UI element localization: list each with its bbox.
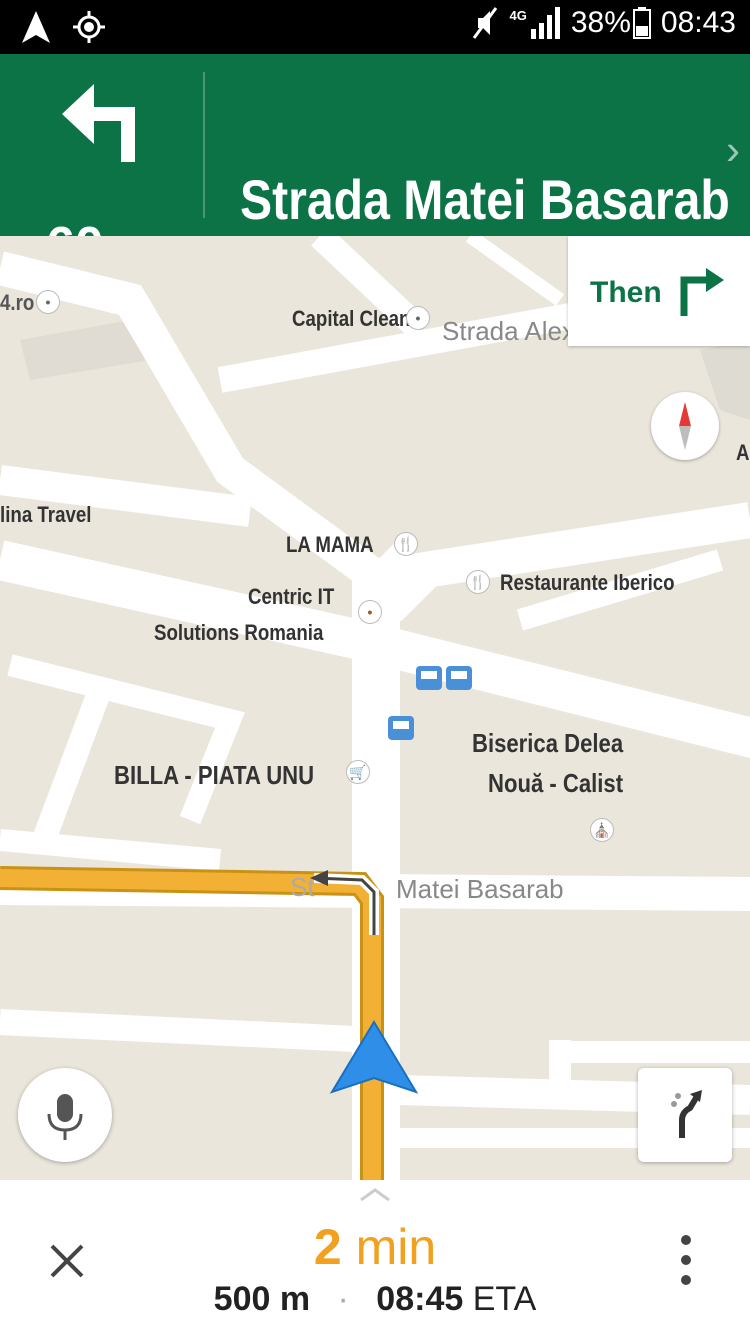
shopping-cart-icon[interactable]: 🛒 [346,760,370,784]
navigation-header[interactable]: 60m Strada Matei Basarab › [0,54,750,272]
place-label[interactable]: Solutions Romania [154,620,323,646]
mute-icon [472,7,497,39]
microphone-icon [47,1094,83,1140]
route-overview-icon [671,1090,702,1138]
place-label[interactable]: Nouă - Calist [488,768,623,799]
chevron-up-icon[interactable] [357,1186,393,1204]
turn-right-arrow-icon [680,268,724,316]
duration-value: 2 [313,1219,342,1275]
status-bar: 4G 38% 08:43 [0,0,750,54]
road-label: Strada Alex [442,316,575,346]
poi-dot-icon[interactable]: • [36,290,60,314]
bus-stop-icon[interactable] [388,714,414,742]
separator: · [337,1280,349,1318]
voice-search-button[interactable] [18,1068,112,1162]
church-icon[interactable]: ⛪ [590,818,614,842]
place-label[interactable]: Centric IT [248,584,334,610]
poi-dot-icon[interactable]: • [358,600,382,624]
road-label: St [290,872,315,902]
eta-label: ETA [472,1280,537,1318]
place-label[interactable]: Biserica Delea [472,728,623,759]
battery-icon [632,7,651,39]
compass-icon [679,402,691,450]
signal-icon [530,7,560,39]
duration-unit: min [355,1219,437,1275]
street-name: Strada Matei Basarab [240,168,730,231]
chevron-right-icon: › [726,126,740,173]
place-label[interactable]: lina Travel [0,502,91,528]
map-roads [0,236,750,1180]
clock: 08:43 [660,6,736,39]
place-label[interactable]: Capital Clean [292,306,410,332]
road-label: Matei Basarab [396,874,564,904]
place-label[interactable]: LA MAMA [286,532,374,558]
place-label[interactable]: 4.ro [0,290,34,316]
restaurant-icon[interactable]: 🍴 [394,532,418,556]
gps-icon [73,11,105,43]
poi-dot-icon[interactable]: • [406,306,430,330]
route-overview-button[interactable] [638,1068,732,1162]
trip-details: 500 m · 08:45 ETA [0,1280,750,1319]
network-type: 4G [509,7,527,23]
restaurant-icon[interactable]: 🍴 [466,570,490,594]
then-label: Then [590,276,662,309]
battery-percent: 38% [570,6,631,39]
remaining-duration: 2 min [0,1218,750,1276]
trip-summary-bar[interactable]: 2 min 500 m · 08:45 ETA [0,1180,750,1334]
eta-time-value: 08:45 [376,1280,464,1318]
navigation-arrow-icon [22,11,50,43]
more-options-icon[interactable] [676,1232,696,1288]
map-view[interactable]: 4.ro • Capital Clean • Strada Alex lina … [0,236,750,1180]
compass-button[interactable] [651,392,719,460]
tram-stop-icon[interactable] [416,664,472,692]
place-label: A [736,440,750,465]
header-divider [203,72,205,218]
place-label[interactable]: BILLA - PIATA UNU [114,760,314,791]
place-label[interactable]: Restaurante Iberico [500,570,675,596]
turn-left-arrow-icon [62,84,135,162]
remaining-distance: 500 m [213,1280,311,1318]
next-maneuver-card[interactable]: Then [568,236,750,346]
